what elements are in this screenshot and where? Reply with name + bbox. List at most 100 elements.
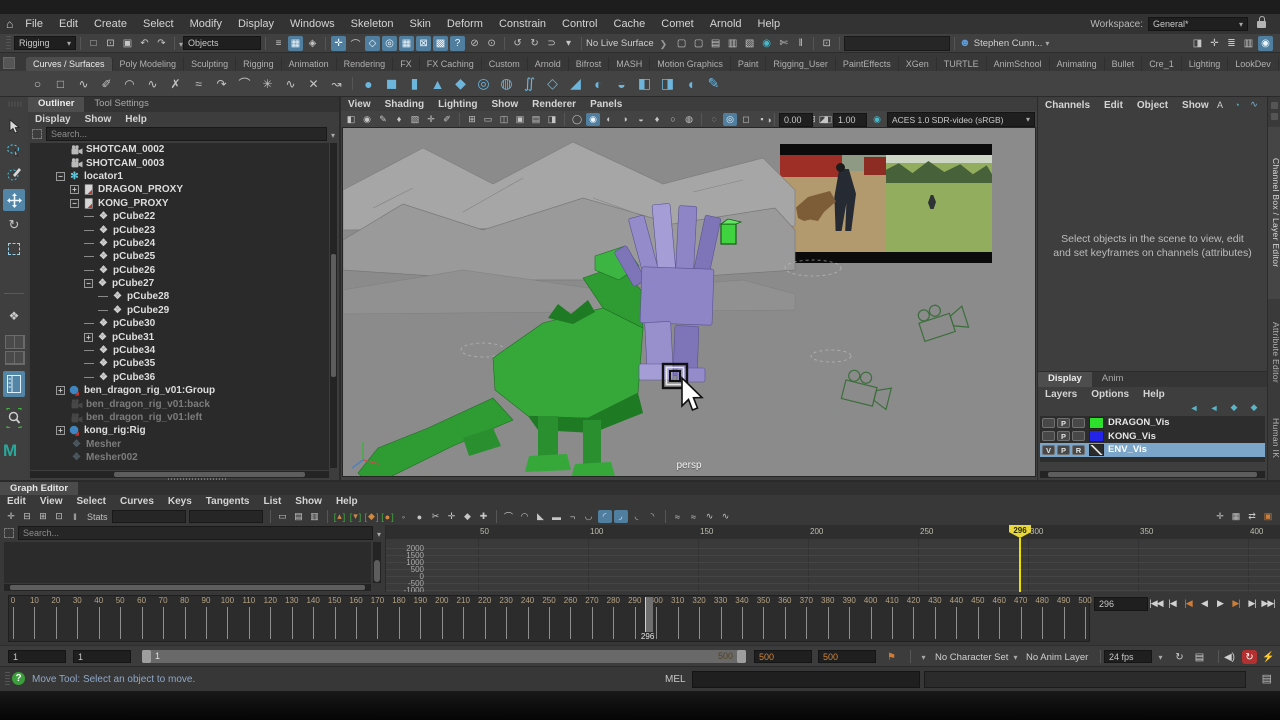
auto-keyframe-icon[interactable]: ↻ bbox=[1242, 650, 1257, 664]
sculpt-tool-icon[interactable]: ◖ bbox=[679, 74, 702, 94]
menu-windows[interactable]: Windows bbox=[282, 18, 343, 30]
film-gate-icon[interactable]: ▭ bbox=[481, 113, 495, 126]
shelf-tab-fx-caching[interactable]: FX Caching bbox=[420, 57, 482, 71]
sidebar-icon[interactable] bbox=[1271, 102, 1278, 109]
ipr-render-icon[interactable]: ▥ bbox=[725, 36, 740, 51]
time-slider[interactable]: 0102030405060708090100110120130140150160… bbox=[8, 595, 1090, 642]
anim-evaluation-icon[interactable]: ⚡ bbox=[1261, 650, 1276, 664]
shelf-tab-animation[interactable]: Animation bbox=[282, 57, 337, 71]
cut-render-icon[interactable]: ✄ bbox=[776, 36, 791, 51]
animation-start-field[interactable]: 1 bbox=[8, 650, 66, 663]
insert-keys-tool-icon[interactable]: ⊟ bbox=[20, 510, 34, 523]
range-slider[interactable]: 1 500 bbox=[142, 650, 746, 663]
chevron-down-icon[interactable] bbox=[1008, 650, 1023, 664]
select-by-hierarchy-icon[interactable]: ≡ bbox=[271, 36, 286, 51]
move-key-tool-icon[interactable]: ✛ bbox=[1213, 510, 1227, 523]
render-current-frame-icon[interactable]: ▤ bbox=[708, 36, 723, 51]
graph-menu-show[interactable]: Show bbox=[288, 496, 329, 507]
render-settings-icon[interactable]: ◉ bbox=[759, 36, 774, 51]
paint-tool-icon[interactable]: ✎ bbox=[702, 74, 725, 94]
cut-keys-icon[interactable]: ✂ bbox=[429, 510, 443, 523]
create-layer-from-selected-icon[interactable]: ◆ bbox=[1248, 402, 1260, 413]
snap-to-grids-icon[interactable]: ✛ bbox=[331, 36, 346, 51]
menu-create[interactable]: Create bbox=[86, 18, 135, 30]
pre-infinity-cycle-icon[interactable]: ≈ bbox=[671, 510, 685, 523]
layer-list-scrollbar[interactable] bbox=[1040, 471, 1265, 478]
input-connections-icon[interactable]: ↺ bbox=[510, 36, 525, 51]
add-keys-tool-icon[interactable]: ✚ bbox=[477, 510, 491, 523]
layer-color-swatch[interactable] bbox=[1089, 430, 1104, 442]
shelf-tab-turtle[interactable]: TURTLE bbox=[937, 57, 987, 71]
chevron-down-icon[interactable] bbox=[916, 650, 931, 664]
paint-select-tool-icon[interactable] bbox=[3, 163, 25, 185]
layer-reference-toggle[interactable] bbox=[1072, 418, 1085, 428]
user-account-menu[interactable]: ☻ Stephen Cunn... bbox=[959, 37, 1049, 49]
tab-outliner[interactable]: Outliner bbox=[28, 97, 84, 112]
menu-select[interactable]: Select bbox=[135, 18, 182, 30]
outliner-item-dragon-proxy[interactable]: +DRAGON_PROXY bbox=[30, 183, 329, 196]
shelf-tab-motion-graphics[interactable]: Motion Graphics bbox=[650, 57, 731, 71]
layout-two-pane-button[interactable] bbox=[5, 335, 25, 349]
textured-display-icon[interactable]: ◐ bbox=[602, 113, 616, 126]
rebuild-curve-icon[interactable]: ∿ bbox=[279, 74, 302, 94]
viewport-menu-renderer[interactable]: Renderer bbox=[525, 99, 583, 110]
outliner-item-shotcam-0003[interactable]: SHOTCAM_0003 bbox=[30, 156, 329, 169]
lock-selection-icon[interactable]: ⊘ bbox=[467, 36, 482, 51]
free-tangent-weight-icon[interactable]: ◝ bbox=[646, 510, 660, 523]
shelf-tab-painteffects[interactable]: PaintEffects bbox=[836, 57, 899, 71]
grease-pencil-icon[interactable]: ✐ bbox=[440, 113, 454, 126]
channel-box-toggle-icon[interactable]: ≣ bbox=[1224, 36, 1239, 51]
linear-tangents-icon[interactable]: ◣ bbox=[534, 510, 548, 523]
step-back-one-key-button[interactable]: |◀ bbox=[1181, 596, 1195, 610]
viewport-menu-shading[interactable]: Shading bbox=[378, 99, 431, 110]
lock-camera-icon[interactable]: ◉ bbox=[360, 113, 374, 126]
offset-curve-icon[interactable]: ↷ bbox=[210, 74, 233, 94]
paste-keys-icon[interactable]: ● bbox=[413, 510, 427, 523]
snap-to-curves-icon[interactable]: ⌒ bbox=[348, 36, 363, 51]
default-material-icon[interactable]: ◑ bbox=[618, 113, 632, 126]
play-forwards-button[interactable]: ▶ bbox=[1213, 596, 1227, 610]
select-camera-icon[interactable]: ◧ bbox=[344, 113, 358, 126]
anim-layer-dropdown[interactable]: No Anim Layer bbox=[1026, 652, 1088, 663]
open-scene-icon[interactable]: ⊡ bbox=[103, 36, 118, 51]
stats-time-field[interactable] bbox=[112, 510, 186, 523]
outliner-vertical-scrollbar[interactable] bbox=[330, 143, 337, 468]
oscillate-icon[interactable]: ∿ bbox=[719, 510, 733, 523]
flat-tangents-icon[interactable]: ▬ bbox=[550, 510, 564, 523]
wireframe-on-shaded-icon[interactable]: ◒ bbox=[634, 113, 648, 126]
absolute-view-icon[interactable]: ▭ bbox=[276, 510, 290, 523]
nurbs-sphere-icon[interactable]: ● bbox=[357, 74, 380, 94]
tab-display-layers[interactable]: Display bbox=[1038, 372, 1092, 387]
collapse-icon[interactable]: − bbox=[56, 172, 65, 181]
menu-cache[interactable]: Cache bbox=[606, 18, 654, 30]
menu-display[interactable]: Display bbox=[230, 18, 282, 30]
unify-tangents-icon[interactable]: ◟ bbox=[630, 510, 644, 523]
undo-icon[interactable]: ↶ bbox=[137, 36, 152, 51]
shelf-tab-bullet[interactable]: Bullet bbox=[1105, 57, 1143, 71]
backface-culling-icon[interactable]: ◻ bbox=[739, 113, 753, 126]
viewport-menu-panels[interactable]: Panels bbox=[583, 99, 629, 110]
intersect-curves-icon[interactable]: ✕ bbox=[302, 74, 325, 94]
buffer-curve-snapshot-icon[interactable]: ▣ bbox=[1261, 510, 1275, 523]
attribute-editor-toggle-icon[interactable]: ◨ bbox=[1190, 36, 1205, 51]
channelbox-menu-show[interactable]: Show bbox=[1175, 100, 1216, 111]
break-tangents-icon[interactable]: ◞ bbox=[614, 510, 628, 523]
scale-tool-icon[interactable] bbox=[3, 238, 25, 260]
nurbs-circle-icon[interactable]: ○ bbox=[26, 74, 49, 94]
select-by-object-icon[interactable]: ▦ bbox=[288, 36, 303, 51]
graph-curve-canvas[interactable]: 2000150010005000-500-1000 bbox=[386, 539, 1280, 592]
audio-toggle-icon[interactable]: ◀) bbox=[1222, 650, 1237, 664]
graph-menu-select[interactable]: Select bbox=[70, 496, 113, 507]
layer-row-kong-vis[interactable]: PKONG_Vis bbox=[1040, 430, 1265, 444]
chevron-down-icon[interactable] bbox=[331, 125, 335, 143]
history-options-icon[interactable]: ▾ bbox=[561, 36, 576, 51]
lattice-deform-keys-icon[interactable]: ⊞ bbox=[36, 510, 50, 523]
shelf-tab-curves-surfaces[interactable]: Curves / Surfaces bbox=[26, 57, 113, 71]
outliner-menu-show[interactable]: Show bbox=[78, 114, 119, 125]
gamma-field[interactable]: 1.00 bbox=[833, 113, 867, 127]
outliner-menu-display[interactable]: Display bbox=[28, 114, 78, 125]
stacked-view-icon[interactable]: ▤ bbox=[292, 510, 306, 523]
nurbs-cone-icon[interactable]: ▲ bbox=[426, 74, 449, 94]
sidebar-icon[interactable] bbox=[1271, 113, 1278, 120]
layer-reference-toggle[interactable] bbox=[1072, 431, 1085, 441]
